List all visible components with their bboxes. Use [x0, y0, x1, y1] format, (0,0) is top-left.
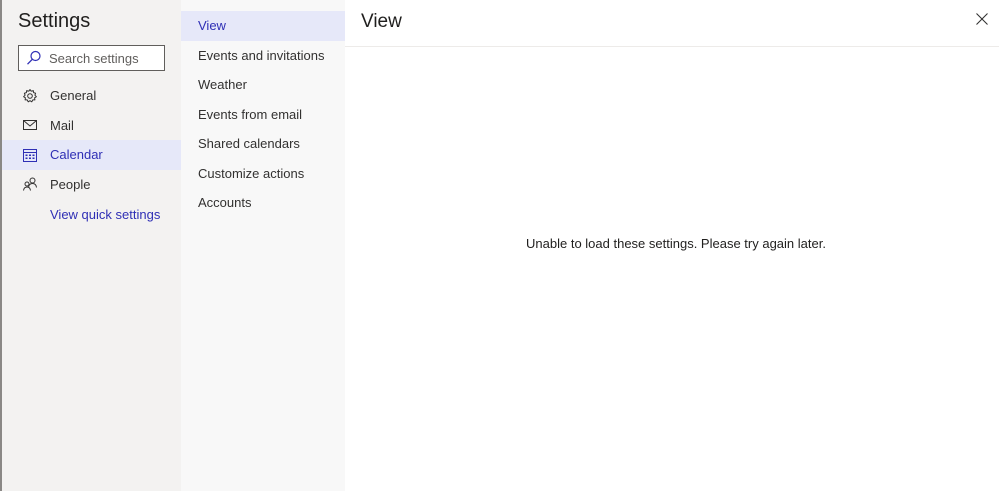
content-header: View — [345, 0, 999, 47]
close-button[interactable] — [973, 12, 991, 30]
subnav-item-view[interactable]: View — [181, 11, 345, 41]
subnav-item-events-and-invitations[interactable]: Events and invitations — [181, 41, 345, 71]
subnav-list: View Events and invitations Weather Even… — [181, 11, 345, 218]
search-settings-input[interactable] — [49, 47, 159, 69]
search-icon — [19, 46, 49, 70]
mail-icon — [21, 116, 39, 134]
subnav-item-customize-actions[interactable]: Customize actions — [181, 159, 345, 189]
subnav-item-accounts[interactable]: Accounts — [181, 188, 345, 218]
settings-nav-pane: Settings General — [2, 0, 181, 491]
content-title: View — [361, 11, 402, 32]
subnav-item-events-from-email[interactable]: Events from email — [181, 100, 345, 130]
nav-item-label: Calendar — [50, 147, 103, 163]
gear-icon — [21, 87, 39, 105]
settings-window: Settings General — [0, 0, 999, 491]
nav-item-calendar[interactable]: Calendar — [2, 140, 181, 170]
nav-item-mail[interactable]: Mail — [2, 111, 181, 141]
view-quick-settings-link[interactable]: View quick settings — [50, 207, 160, 222]
error-message: Unable to load these settings. Please tr… — [526, 236, 826, 251]
nav-item-general[interactable]: General — [2, 81, 181, 111]
settings-content-pane: View Unable to load these settings. Plea… — [345, 0, 999, 491]
calendar-icon — [21, 146, 39, 164]
people-icon — [21, 175, 39, 193]
calendar-settings-subnav: View Events and invitations Weather Even… — [181, 0, 345, 491]
close-icon — [976, 12, 988, 30]
settings-category-list: General Mail Calendar People — [2, 81, 181, 199]
nav-item-people[interactable]: People — [2, 170, 181, 200]
subnav-item-weather[interactable]: Weather — [181, 70, 345, 100]
nav-item-label: Mail — [50, 117, 74, 133]
settings-title: Settings — [18, 10, 91, 32]
nav-item-label: People — [50, 176, 91, 192]
subnav-item-shared-calendars[interactable]: Shared calendars — [181, 129, 345, 159]
search-box[interactable] — [18, 45, 165, 71]
nav-item-label: General — [50, 88, 97, 104]
